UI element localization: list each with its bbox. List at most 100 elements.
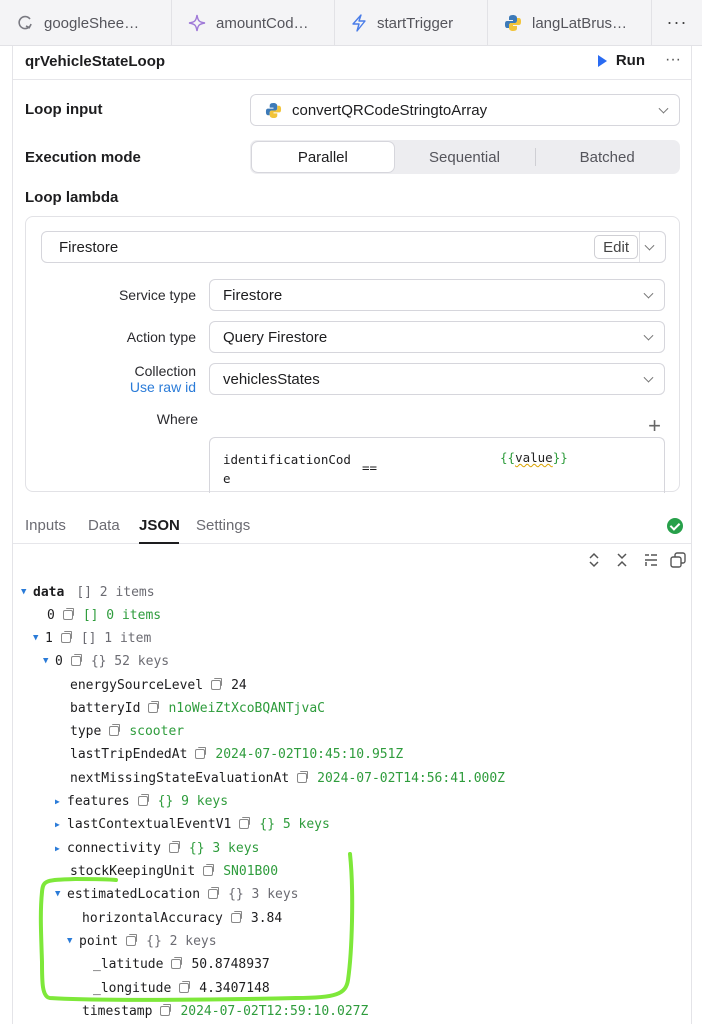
- action-type-select[interactable]: Query Firestore: [209, 321, 665, 353]
- tree-row[interactable]: _latitude 50.8748937: [93, 954, 270, 974]
- where-operator[interactable]: ==: [362, 460, 377, 475]
- tree-meta: {} 9 keys: [157, 793, 229, 809]
- loop-input-label: Loop input: [25, 101, 103, 118]
- caret-down-icon[interactable]: ▼: [21, 587, 33, 597]
- copy-icon[interactable]: [137, 794, 149, 806]
- chevron-down-icon: [644, 240, 655, 251]
- caret-right-icon[interactable]: ▶: [55, 844, 67, 853]
- caret-right-icon[interactable]: ▶: [55, 797, 67, 806]
- tab-googlesheets[interactable]: googleShee…: [0, 0, 172, 46]
- action-type-value: Query Firestore: [223, 328, 328, 346]
- tree-meta: {} 52 keys: [90, 653, 170, 669]
- tree-meta: [] 0 items: [82, 607, 162, 623]
- caret-down-icon[interactable]: ▼: [55, 889, 67, 899]
- tab-label: amountCod…: [216, 14, 309, 32]
- copy-icon[interactable]: [62, 608, 74, 620]
- tab-settings[interactable]: Settings: [196, 517, 250, 534]
- copy-icon[interactable]: [203, 864, 215, 876]
- tree-row[interactable]: energySourceLevel 24: [70, 675, 247, 695]
- refresh-icon: [18, 15, 32, 30]
- tree-row[interactable]: ▼ point {} 2 keys: [67, 931, 217, 951]
- tab-amountcode[interactable]: amountCod…: [172, 0, 335, 46]
- tree-row[interactable]: ▼ data [] 2 items: [21, 582, 155, 602]
- mode-sequential[interactable]: Sequential: [394, 142, 536, 172]
- copy-icon[interactable]: [168, 841, 180, 853]
- loop-input-select[interactable]: convertQRCodeStringtoArray: [250, 94, 680, 126]
- tab-bar: googleShee… amountCod… startTrigger lang…: [0, 0, 702, 46]
- tree-row[interactable]: stockKeepingUnit SN01B00: [70, 861, 278, 881]
- tab-langlatbrussels[interactable]: langLatBrus…: [488, 0, 652, 46]
- copy-icon[interactable]: [60, 631, 72, 643]
- edit-resource-button[interactable]: Edit: [594, 235, 638, 259]
- copy-icon[interactable]: [230, 911, 242, 923]
- tree-row[interactable]: 0 [] 0 items: [47, 605, 161, 625]
- template-open: {{: [500, 450, 516, 465]
- tree-row[interactable]: ▼ 1 [] 1 item: [33, 628, 151, 648]
- tree-row[interactable]: type scooter: [70, 721, 184, 741]
- sparkle-icon: [188, 14, 206, 32]
- copy-icon[interactable]: [171, 957, 183, 969]
- mode-batched[interactable]: Batched: [536, 142, 678, 172]
- tree-row[interactable]: ▶ features {} 9 keys: [55, 791, 228, 811]
- collection-select[interactable]: vehiclesStates: [209, 363, 665, 395]
- tabs-more-button[interactable]: ···: [652, 0, 702, 45]
- action-type-label: Action type: [126, 329, 196, 345]
- tree-row[interactable]: timestamp 2024-07-02T12:59:10.027Z: [82, 1001, 368, 1021]
- tree-key: batteryId: [70, 700, 141, 716]
- caret-down-icon[interactable]: ▼: [67, 936, 79, 946]
- tree-row[interactable]: nextMissingStateEvaluationAt 2024-07-02T1…: [70, 768, 505, 788]
- copy-icon[interactable]: [670, 552, 686, 568]
- tree-key: 1: [45, 630, 53, 646]
- copy-icon[interactable]: [239, 817, 251, 829]
- tree-key: energySourceLevel: [70, 677, 204, 693]
- template-close: }}: [552, 450, 568, 465]
- expand-all-icon[interactable]: [587, 552, 601, 568]
- tree-row[interactable]: lastTripEndedAt 2024-07-02T10:45:10.951Z: [70, 744, 403, 764]
- where-value[interactable]: {{value}}: [500, 450, 568, 465]
- tree-row[interactable]: ▶ connectivity {} 3 keys: [55, 838, 259, 858]
- copy-icon[interactable]: [195, 747, 207, 759]
- tree-row[interactable]: ▼ 0 {} 52 keys: [43, 651, 169, 671]
- copy-icon[interactable]: [208, 887, 220, 899]
- collection-value: vehiclesStates: [223, 370, 320, 388]
- copy-icon[interactable]: [126, 934, 138, 946]
- copy-icon[interactable]: [179, 981, 191, 993]
- caret-right-icon[interactable]: ▶: [55, 820, 67, 829]
- add-condition-button[interactable]: +: [648, 413, 661, 439]
- copy-icon[interactable]: [148, 701, 160, 713]
- tree-key: horizontalAccuracy: [82, 910, 223, 926]
- collection-label: Collection: [134, 363, 196, 379]
- caret-down-icon[interactable]: ▼: [33, 633, 45, 643]
- query-title[interactable]: qrVehicleStateLoop: [25, 53, 165, 70]
- copy-icon[interactable]: [160, 1004, 172, 1016]
- copy-icon[interactable]: [70, 654, 82, 666]
- run-label: Run: [615, 52, 645, 69]
- caret-down-icon[interactable]: ▼: [43, 656, 55, 666]
- more-options-button[interactable]: ···: [665, 51, 681, 69]
- where-condition-row[interactable]: identificationCode == {{value}}: [209, 437, 665, 493]
- tree-row[interactable]: _longitude 4.3407148: [93, 978, 270, 998]
- resource-selector[interactable]: Firestore Edit: [41, 231, 666, 263]
- where-field[interactable]: identificationCode: [223, 450, 351, 488]
- copy-icon[interactable]: [109, 724, 121, 736]
- chevron-down-icon: [643, 372, 654, 383]
- tab-data[interactable]: Data: [88, 517, 120, 534]
- tab-json[interactable]: JSON: [139, 517, 180, 534]
- list-view-icon[interactable]: [643, 552, 659, 568]
- tree-row[interactable]: ▶ lastContextualEventV1 {} 5 keys: [55, 814, 330, 834]
- tree-row[interactable]: horizontalAccuracy 3.84: [82, 908, 282, 928]
- use-raw-id-link[interactable]: Use raw id: [36, 379, 196, 395]
- service-type-select[interactable]: Firestore: [209, 279, 665, 311]
- collapse-all-icon[interactable]: [615, 552, 629, 568]
- copy-icon[interactable]: [211, 678, 223, 690]
- tree-row[interactable]: ▼ estimatedLocation {} 3 keys: [55, 884, 299, 904]
- tree-key: estimatedLocation: [67, 886, 201, 902]
- copy-icon[interactable]: [297, 771, 309, 783]
- mode-parallel[interactable]: Parallel: [252, 142, 394, 172]
- tab-inputs[interactable]: Inputs: [25, 517, 66, 534]
- run-button[interactable]: Run: [597, 52, 645, 69]
- tree-row[interactable]: batteryId n1oWeiZtXcoBQANTjvaC: [70, 698, 325, 718]
- output-tabs: Inputs Data JSON Settings: [13, 508, 691, 544]
- tab-starttrigger[interactable]: startTrigger: [335, 0, 488, 46]
- resource-dropdown-button[interactable]: [639, 232, 665, 262]
